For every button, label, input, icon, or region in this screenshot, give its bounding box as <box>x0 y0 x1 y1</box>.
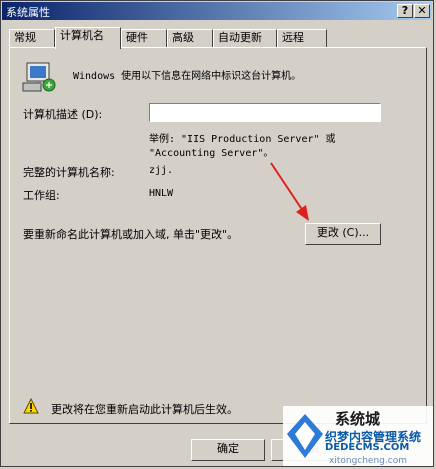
description-label: 计算机描述 (D): <box>23 108 103 121</box>
watermark-overlay: 系统城 织梦内容管理系统 DEDECMS.COM xitongcheng.com <box>283 406 433 466</box>
watermark-logo-icon <box>287 414 323 458</box>
full-name-value: zjj. <box>149 165 174 176</box>
system-properties-window: 系统属性 ? ✕ 常规 计算机名 硬件 高级 自动更新 远程 Windows 使… <box>0 0 434 467</box>
watermark-main: 系统城 <box>335 410 381 428</box>
window-title: 系统属性 <box>6 6 50 19</box>
tab-advanced[interactable]: 高级 <box>167 29 213 48</box>
workgroup-value: HNLW <box>149 188 174 199</box>
example-text-line2: "Accounting Server"。 <box>149 148 274 159</box>
watermark-line3: xitongcheng.com <box>329 456 407 466</box>
tab-remote[interactable]: 远程 <box>277 29 327 48</box>
help-button[interactable]: ? <box>397 4 413 18</box>
computer-network-icon <box>22 62 56 92</box>
example-text-line1: 举例: "IIS Production Server" 或 <box>149 134 336 145</box>
computer-description-input[interactable] <box>149 103 381 122</box>
warning-icon <box>23 398 39 414</box>
full-name-label: 完整的计算机名称: <box>23 166 115 179</box>
watermark-line2: DEDECMS.COM <box>325 442 410 453</box>
rename-instructions: 要重新命名此计算机或加入域, 单击"更改"。 <box>23 228 239 241</box>
restart-warning-text: 更改将在您重新启动此计算机后生效。 <box>51 403 238 416</box>
tab-general[interactable]: 常规 <box>9 29 55 48</box>
tab-hardware[interactable]: 硬件 <box>121 29 167 48</box>
change-button[interactable]: 更改 (C)... <box>305 223 381 245</box>
red-arrow-annotation <box>270 162 309 221</box>
title-bar[interactable]: 系统属性 ? ✕ <box>2 2 432 20</box>
tab-computer-name[interactable]: 计算机名 <box>55 27 121 49</box>
ok-button[interactable]: 确定 <box>191 439 265 461</box>
close-button[interactable]: ✕ <box>414 4 430 18</box>
workgroup-label: 工作组: <box>23 189 60 202</box>
tab-auto-update[interactable]: 自动更新 <box>213 29 277 48</box>
intro-text: Windows 使用以下信息在网络中标识这台计算机。 <box>73 71 302 82</box>
